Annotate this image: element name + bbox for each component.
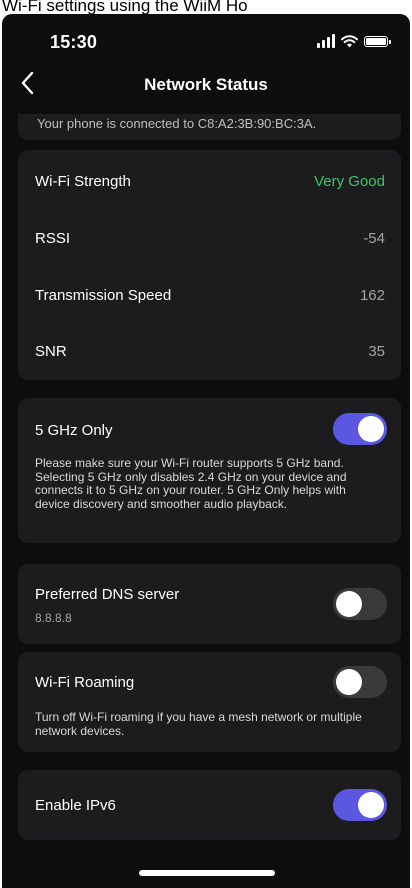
roaming-description: Turn off Wi-Fi roaming if you have a mes… [35,710,362,738]
dns-title: Preferred DNS server [35,586,180,603]
cellular-signal-icon [317,34,335,48]
navigation-bar: Network Status [2,64,410,104]
home-indicator[interactable] [139,870,275,876]
stat-row-rssi: RSSI -54 [35,227,385,249]
roaming-title: Wi-Fi Roaming [35,674,135,691]
phone-screen: 15:30 Your phone is connected to C8:A2:3… [2,14,410,888]
toggle-knob [358,792,384,818]
status-icons [317,32,391,50]
five-ghz-toggle[interactable] [333,413,387,445]
wifi-icon [341,34,358,47]
five-ghz-title: 5 GHz Only [35,422,113,439]
ipv6-title: Enable IPv6 [35,797,116,814]
stat-value: 35 [368,342,385,360]
five-ghz-description: Please make sure your Wi-Fi router suppo… [35,456,347,511]
stat-label: Wi-Fi Strength [35,172,131,190]
connection-status-text: Your phone is connected to C8:A2:3B:90:B… [37,116,317,131]
page-title: Network Status [144,75,268,94]
dns-value: 8.8.8.8 [35,611,72,625]
stat-row-transmission-speed: Transmission Speed 162 [35,284,385,306]
stat-value: Very Good [314,172,385,190]
roaming-toggle[interactable] [333,666,387,698]
toggle-knob [358,416,384,442]
page-caption: Wi-Fi settings using the WiiM Ho [0,0,412,14]
five-ghz-card: 5 GHz Only Please make sure your Wi-Fi r… [18,398,401,543]
stat-label: RSSI [35,229,71,247]
stat-label: SNR [35,342,67,360]
status-bar: 15:30 [2,14,410,62]
stat-row-wifi-strength: Wi-Fi Strength Very Good [35,170,385,192]
ipv6-card: Enable IPv6 [18,770,401,840]
battery-icon [364,35,391,47]
wifi-stats-card: Wi-Fi Strength Very Good RSSI -54 Transm… [18,150,401,380]
stat-label: Transmission Speed [35,286,172,304]
ipv6-toggle[interactable] [333,789,387,821]
stat-row-snr: SNR 35 [35,340,385,362]
roaming-card: Wi-Fi Roaming Turn off Wi-Fi roaming if … [18,652,401,752]
stat-value: 162 [359,286,385,304]
status-time: 15:30 [50,32,98,52]
dns-toggle[interactable] [333,588,387,620]
dns-card: Preferred DNS server 8.8.8.8 [18,564,401,644]
stat-value: -54 [363,229,385,247]
toggle-knob [336,669,362,695]
toggle-knob [336,591,362,617]
